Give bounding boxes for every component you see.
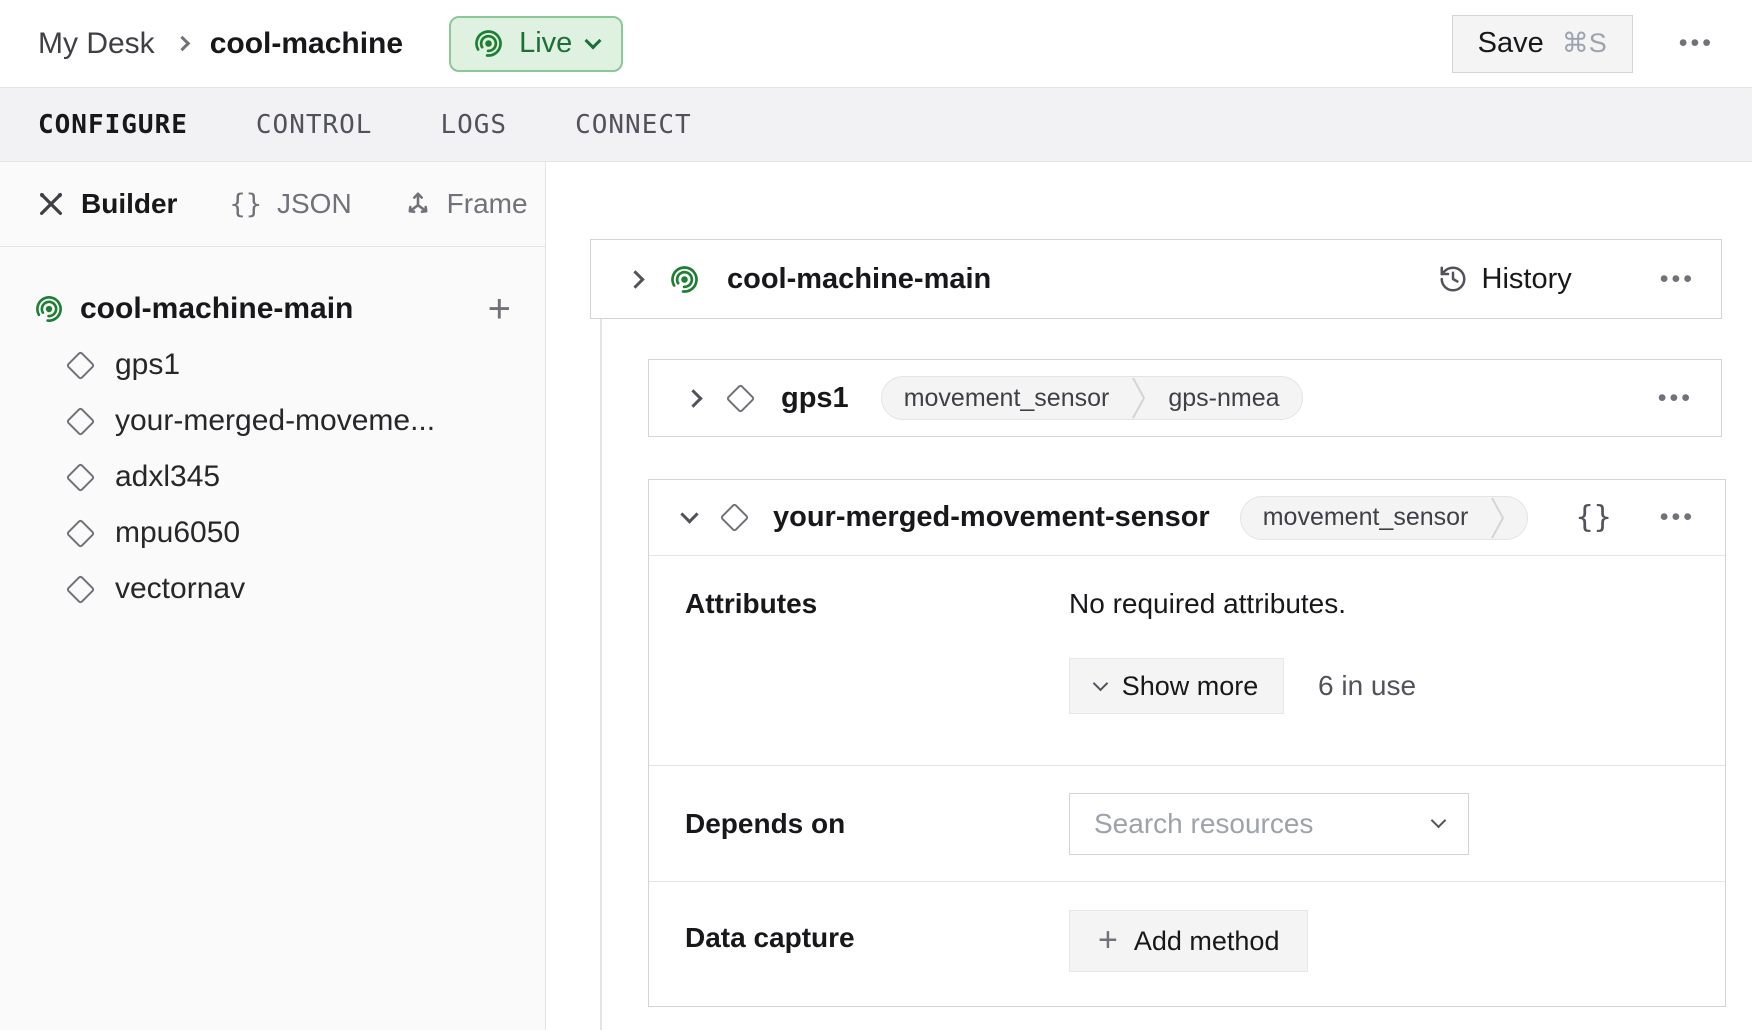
component-diamond-icon [66, 462, 96, 492]
attributes-in-use-count: 6 in use [1318, 670, 1416, 702]
tree-item-label: mpu6050 [115, 516, 240, 550]
breadcrumb-machine-name: cool-machine [210, 27, 403, 61]
tools-icon [36, 189, 66, 219]
breadcrumb-chevron-icon [174, 36, 190, 52]
header-actions: Save ⌘S ••• [1452, 15, 1714, 73]
data-capture-label: Data capture [685, 922, 1069, 954]
merged-sensor-card-menu-button[interactable]: ••• [1660, 505, 1695, 530]
tab-connect[interactable]: CONNECT [575, 110, 692, 140]
tag-movement-sensor: movement_sensor [1241, 503, 1491, 532]
expand-chevron-icon[interactable] [684, 389, 702, 407]
machine-card-menu-button[interactable]: ••• [1660, 267, 1695, 292]
breadcrumb-location[interactable]: My Desk [38, 27, 155, 61]
app-window: My Desk cool-machine Live Save ⌘S [0, 0, 1752, 1030]
data-capture-section: Data capture + Add method [649, 882, 1725, 1006]
broadcast-icon [34, 294, 64, 324]
tree-root-label: cool-machine-main [80, 292, 472, 326]
braces-icon: {} [229, 189, 262, 220]
sidebar: Builder {} JSON Frame [0, 162, 546, 1030]
tree-connector-line [600, 319, 602, 1030]
content-area: Builder {} JSON Frame [0, 162, 1752, 1030]
depends-on-select[interactable]: Search resources [1069, 793, 1469, 855]
gps1-card-menu-button[interactable]: ••• [1658, 386, 1693, 411]
mode-builder-label: Builder [81, 188, 177, 220]
resource-type-tag: movement_sensor gps-nmea [881, 376, 1303, 420]
breadcrumb: My Desk cool-machine Live [38, 16, 623, 72]
view-json-icon-button[interactable]: {} [1576, 500, 1612, 535]
show-more-label: Show more [1122, 671, 1259, 702]
live-label: Live [519, 27, 572, 60]
collapse-chevron-icon[interactable] [680, 505, 698, 523]
depends-on-section: Depends on Search resources [649, 766, 1725, 882]
component-diamond-icon [726, 383, 756, 413]
expand-chevron-icon[interactable] [626, 270, 644, 288]
tree-item-your-merged-movement-sensor[interactable]: your-merged-moveme... [0, 393, 545, 449]
plus-icon: + [1098, 923, 1118, 957]
frame-axes-icon [404, 190, 432, 218]
merged-sensor-card: your-merged-movement-sensor movement_sen… [648, 479, 1726, 1007]
resource-tree: cool-machine-main + gps1 your-merged-mov… [0, 247, 545, 617]
live-status-badge[interactable]: Live [449, 16, 623, 72]
resource-type-tag: movement_sensor merged [1240, 496, 1528, 540]
tag-divider-icon [1131, 376, 1146, 420]
component-diamond-icon [66, 518, 96, 548]
depends-on-label: Depends on [685, 808, 1069, 840]
tag-merged: merged [1505, 503, 1527, 532]
config-panel: cool-machine-main History ••• [546, 162, 1752, 1030]
tab-configure[interactable]: CONFIGURE [38, 110, 188, 140]
tab-logs[interactable]: LOGS [440, 110, 507, 140]
attributes-section: Attributes No required attributes. Show … [649, 556, 1725, 766]
add-resource-button[interactable]: + [488, 289, 511, 329]
chevron-down-icon [585, 32, 602, 49]
gps1-card: gps1 movement_sensor gps-nmea ••• [648, 359, 1722, 437]
save-button[interactable]: Save ⌘S [1452, 15, 1633, 73]
merged-sensor-card-header: your-merged-movement-sensor movement_sen… [649, 480, 1725, 556]
add-method-button[interactable]: + Add method [1069, 910, 1308, 972]
component-diamond-icon [66, 574, 96, 604]
save-shortcut-hint: ⌘S [1562, 28, 1607, 59]
attributes-empty-text: No required attributes. [1069, 588, 1416, 620]
component-diamond-icon [66, 350, 96, 380]
mode-frame-label: Frame [447, 188, 528, 220]
machine-card-title: cool-machine-main [727, 263, 991, 296]
component-diamond-icon [720, 503, 750, 533]
main-tab-bar: CONFIGURE CONTROL LOGS CONNECT [0, 88, 1752, 162]
depends-on-placeholder: Search resources [1094, 808, 1433, 840]
mode-builder[interactable]: Builder [36, 188, 177, 220]
history-button[interactable]: History [1438, 263, 1572, 296]
history-label: History [1482, 263, 1572, 296]
mode-frame[interactable]: Frame [404, 188, 528, 220]
broadcast-icon [669, 264, 700, 295]
tree-item-adxl345[interactable]: adxl345 [0, 449, 545, 505]
attributes-label: Attributes [685, 588, 1069, 765]
tag-gps-nmea: gps-nmea [1146, 384, 1301, 413]
mode-json-label: JSON [277, 188, 352, 220]
tree-item-label: adxl345 [115, 460, 220, 494]
save-label: Save [1478, 27, 1544, 60]
tree-item-label: your-merged-moveme... [115, 404, 435, 438]
gps1-card-title: gps1 [781, 382, 849, 415]
tree-root-cool-machine-main[interactable]: cool-machine-main + [0, 281, 545, 337]
tree-item-gps1[interactable]: gps1 [0, 337, 545, 393]
component-diamond-icon [66, 406, 96, 436]
header: My Desk cool-machine Live Save ⌘S [0, 0, 1752, 88]
merged-sensor-card-title: your-merged-movement-sensor [773, 501, 1210, 534]
history-clock-icon [1438, 264, 1468, 294]
config-mode-switcher: Builder {} JSON Frame [0, 162, 545, 247]
machine-card: cool-machine-main History ••• [590, 239, 1722, 319]
mode-json[interactable]: {} JSON [229, 188, 351, 220]
tag-divider-icon [1490, 496, 1505, 540]
tree-item-label: vectornav [115, 572, 245, 606]
tree-item-label: gps1 [115, 348, 180, 382]
add-method-label: Add method [1134, 926, 1280, 957]
broadcast-icon [473, 28, 504, 59]
show-more-button[interactable]: Show more [1069, 658, 1284, 714]
header-overflow-menu-button[interactable]: ••• [1679, 31, 1714, 56]
chevron-down-icon [1431, 813, 1447, 829]
tree-item-mpu6050[interactable]: mpu6050 [0, 505, 545, 561]
tree-item-vectornav[interactable]: vectornav [0, 561, 545, 617]
chevron-down-icon [1092, 675, 1108, 691]
tag-movement-sensor: movement_sensor [882, 384, 1132, 413]
tab-control[interactable]: CONTROL [256, 110, 373, 140]
